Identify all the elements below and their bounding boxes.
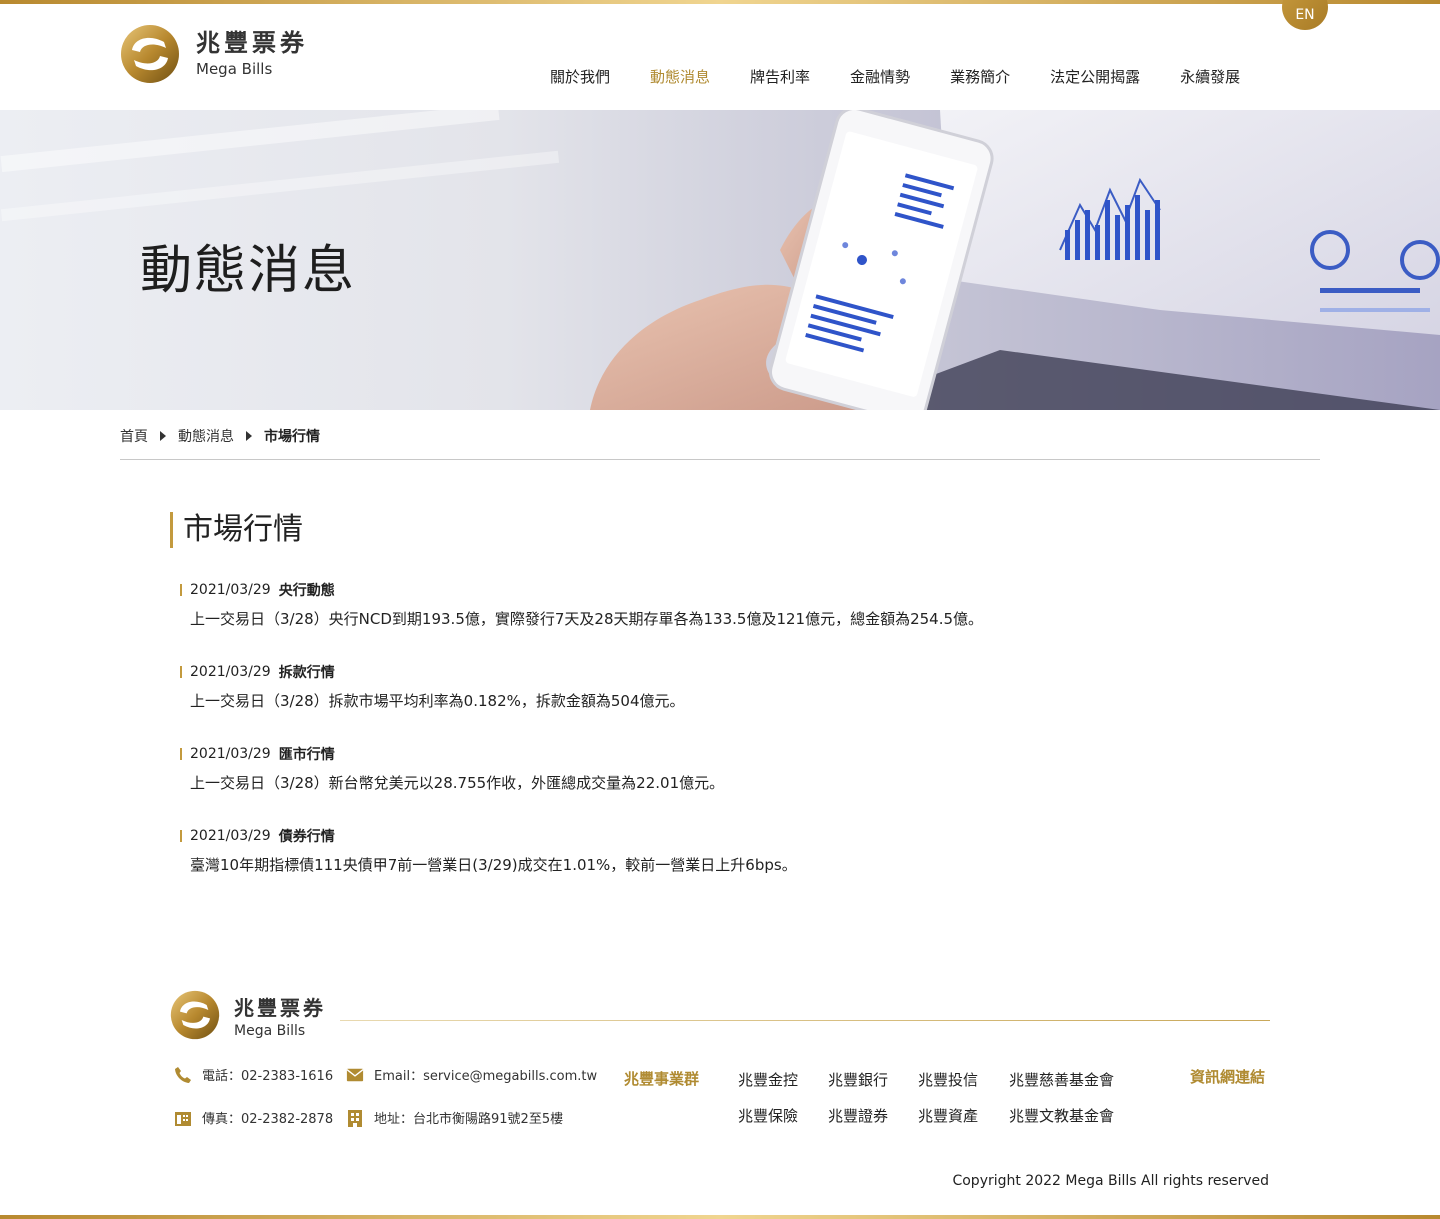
section-title: 市場行情 bbox=[170, 512, 303, 548]
nav-about[interactable]: 關於我們 bbox=[550, 66, 610, 87]
footer-divider bbox=[340, 1020, 1270, 1021]
group-link-mega-bank[interactable]: 兆豐銀行 bbox=[828, 1069, 888, 1090]
news-text: 上一交易日（3/28）新台幣兌美元以28.755作收，外匯總成交量為22.01億… bbox=[190, 774, 725, 792]
news-bullet-bar bbox=[180, 666, 182, 678]
news-date: 2021/03/29 bbox=[190, 828, 271, 844]
nav-news[interactable]: 動態消息 bbox=[650, 66, 710, 87]
breadcrumb: 首頁 動態消息 市場行情 bbox=[120, 426, 320, 446]
news-bullet-bar bbox=[180, 748, 182, 760]
news-category: 債券行情 bbox=[278, 829, 335, 845]
footer-fax: 傳真：02-2382-2878 bbox=[174, 1108, 333, 1127]
nav-sustainability[interactable]: 永續發展 bbox=[1180, 66, 1240, 87]
news-date: 2021/03/29 bbox=[190, 582, 271, 598]
fax-icon bbox=[174, 1109, 192, 1127]
news-text: 臺灣10年期指標債111央債甲7前一營業日(3/29)成交在1.01%，較前一營… bbox=[190, 856, 797, 874]
address-text: 地址：台北市衡陽路91號2至5樓 bbox=[374, 1112, 564, 1127]
header-logo[interactable]: 兆豐票券 Mega Bills bbox=[120, 24, 308, 84]
group-link-mega-securities[interactable]: 兆豐證券 bbox=[828, 1105, 888, 1126]
group-link-mega-holdings[interactable]: 兆豐金控 bbox=[738, 1069, 798, 1090]
building-icon bbox=[346, 1109, 364, 1127]
nav-business[interactable]: 業務簡介 bbox=[950, 66, 1010, 87]
phone-icon bbox=[174, 1066, 192, 1084]
main-nav: 關於我們 動態消息 牌告利率 金融情勢 業務簡介 法定公開揭露 永續發展 bbox=[550, 66, 1240, 87]
news-text: 上一交易日（3/28）央行NCD到期193.5億，實際發行7天及28天期存單各為… bbox=[190, 610, 984, 628]
group-link-mega-investment[interactable]: 兆豐投信 bbox=[918, 1069, 978, 1090]
news-date: 2021/03/29 bbox=[190, 746, 271, 762]
breadcrumb-news[interactable]: 動態消息 bbox=[178, 426, 234, 446]
bottom-gold-bar bbox=[0, 1215, 1440, 1219]
footer-phone: 電話：02-2383-1616 bbox=[174, 1065, 333, 1084]
hero-banner: 動態消息 bbox=[0, 110, 1440, 410]
mega-bills-logo-icon bbox=[170, 990, 220, 1040]
group-title: 兆豐事業群 bbox=[624, 1070, 700, 1088]
news-item: 2021/03/29 債券行情 臺灣10年期指標債111央債甲7前一營業日(3/… bbox=[180, 826, 1180, 876]
copyright-text: Copyright 2022 Mega Bills All rights res… bbox=[952, 1173, 1269, 1189]
news-category: 拆款行情 bbox=[278, 665, 335, 681]
banner-title: 動態消息 bbox=[140, 241, 357, 301]
language-switch-button[interactable]: EN bbox=[1282, 0, 1328, 30]
news-item: 2021/03/29 央行動態 上一交易日（3/28）央行NCD到期193.5億… bbox=[180, 580, 1180, 630]
language-switch-label: EN bbox=[1295, 7, 1315, 23]
phone-text: 電話：02-2383-1616 bbox=[202, 1069, 334, 1084]
nav-financial-trends[interactable]: 金融情勢 bbox=[850, 66, 910, 87]
news-text: 上一交易日（3/28）拆款市場平均利率為0.182%，拆款金額為504億元。 bbox=[190, 692, 685, 710]
news-category: 匯市行情 bbox=[278, 747, 335, 763]
breadcrumb-arrow-icon bbox=[246, 431, 252, 441]
news-item: 2021/03/29 拆款行情 上一交易日（3/28）拆款市場平均利率為0.18… bbox=[180, 662, 1180, 712]
info-network-link[interactable]: 資訊網連結 bbox=[1190, 1066, 1265, 1087]
logo-text-en: Mega Bills bbox=[196, 60, 273, 79]
breadcrumb-arrow-icon bbox=[160, 431, 166, 441]
breadcrumb-home[interactable]: 首頁 bbox=[120, 426, 148, 446]
footer-email[interactable]: Email：service@megabills.com.tw bbox=[346, 1065, 597, 1084]
footer-logo-text-en: Mega Bills bbox=[234, 1022, 306, 1039]
email-text: Email：service@megabills.com.tw bbox=[374, 1069, 598, 1084]
news-bullet-bar bbox=[180, 830, 182, 842]
nav-rates[interactable]: 牌告利率 bbox=[750, 66, 810, 87]
footer-logo[interactable]: 兆豐票券 Mega Bills bbox=[170, 990, 326, 1040]
news-item: 2021/03/29 匯市行情 上一交易日（3/28）新台幣兌美元以28.755… bbox=[180, 744, 1180, 794]
breadcrumb-current: 市場行情 bbox=[264, 429, 320, 445]
mega-bills-logo-icon bbox=[121, 25, 179, 83]
news-bullet-bar bbox=[180, 584, 182, 596]
fax-text: 傳真：02-2382-2878 bbox=[202, 1112, 334, 1127]
top-gold-bar bbox=[0, 0, 1440, 4]
group-link-charity-foundation[interactable]: 兆豐慈善基金會 bbox=[1009, 1069, 1114, 1090]
group-link-culture-foundation[interactable]: 兆豐文教基金會 bbox=[1009, 1105, 1114, 1126]
footer-address: 地址：台北市衡陽路91號2至5樓 bbox=[346, 1108, 563, 1127]
nav-disclosure[interactable]: 法定公開揭露 bbox=[1050, 66, 1140, 87]
logo-text-zh: 兆豐票券 bbox=[196, 28, 308, 57]
envelope-icon bbox=[346, 1066, 364, 1084]
group-link-mega-assets[interactable]: 兆豐資產 bbox=[918, 1105, 978, 1126]
group-link-mega-insurance[interactable]: 兆豐保險 bbox=[738, 1105, 798, 1126]
news-date: 2021/03/29 bbox=[190, 664, 271, 680]
footer-logo-text-zh: 兆豐票券 bbox=[234, 995, 326, 1020]
news-category: 央行動態 bbox=[278, 583, 335, 599]
breadcrumb-divider bbox=[120, 459, 1320, 460]
market-news-list: 2021/03/29 央行動態 上一交易日（3/28）央行NCD到期193.5億… bbox=[180, 580, 1180, 908]
